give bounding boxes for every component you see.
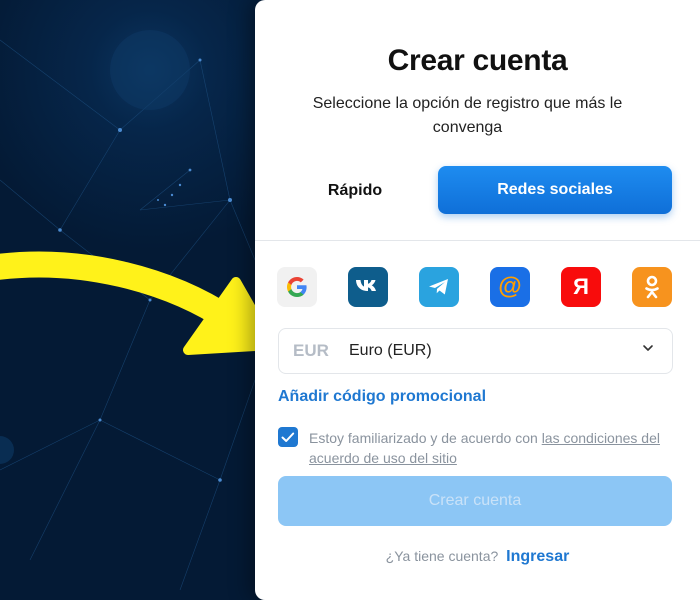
odnoklassniki-icon bbox=[645, 275, 659, 299]
telegram-signup-button[interactable] bbox=[419, 267, 459, 307]
login-row: ¿Ya tiene cuenta? Ingresar bbox=[255, 548, 700, 566]
create-account-button[interactable]: Crear cuenta bbox=[278, 476, 672, 526]
tab-social-networks[interactable]: Redes sociales bbox=[438, 166, 672, 214]
yandex-signup-button[interactable]: Я bbox=[561, 267, 601, 307]
yandex-icon: Я bbox=[573, 274, 589, 299]
vk-signup-button[interactable] bbox=[348, 267, 388, 307]
currency-name: Euro (EUR) bbox=[349, 342, 432, 359]
google-icon bbox=[287, 277, 307, 297]
vk-icon bbox=[356, 280, 376, 291]
google-signup-button[interactable] bbox=[277, 267, 317, 307]
agreement-label: Estoy familiarizado y de acuerdo con bbox=[309, 430, 542, 446]
page-subtitle: Seleccione la opción de registro que más… bbox=[312, 95, 623, 136]
signup-panel: Crear cuenta Seleccione la opción de reg… bbox=[255, 0, 700, 600]
login-link[interactable]: Ingresar bbox=[506, 548, 569, 565]
currency-select[interactable]: EUR Euro (EUR) bbox=[278, 328, 673, 374]
mail-at-icon: @ bbox=[498, 273, 522, 300]
tab-quick[interactable]: Rápido bbox=[295, 168, 415, 214]
login-prompt: ¿Ya tiene cuenta? bbox=[385, 548, 499, 564]
add-promo-code-link[interactable]: Añadir código promocional bbox=[278, 388, 486, 406]
odnoklassniki-signup-button[interactable] bbox=[632, 267, 672, 307]
social-providers: @ Я bbox=[277, 267, 677, 307]
mail-signup-button[interactable]: @ bbox=[490, 267, 530, 307]
currency-code: EUR bbox=[293, 341, 329, 360]
telegram-icon bbox=[429, 279, 448, 295]
section-divider bbox=[255, 240, 700, 241]
chevron-down-icon bbox=[643, 345, 653, 351]
check-icon bbox=[281, 432, 295, 442]
agreement-text: Estoy familiarizado y de acuerdo con las… bbox=[309, 428, 674, 468]
agreement-checkbox[interactable] bbox=[278, 427, 298, 447]
page-title: Crear cuenta bbox=[387, 44, 568, 77]
